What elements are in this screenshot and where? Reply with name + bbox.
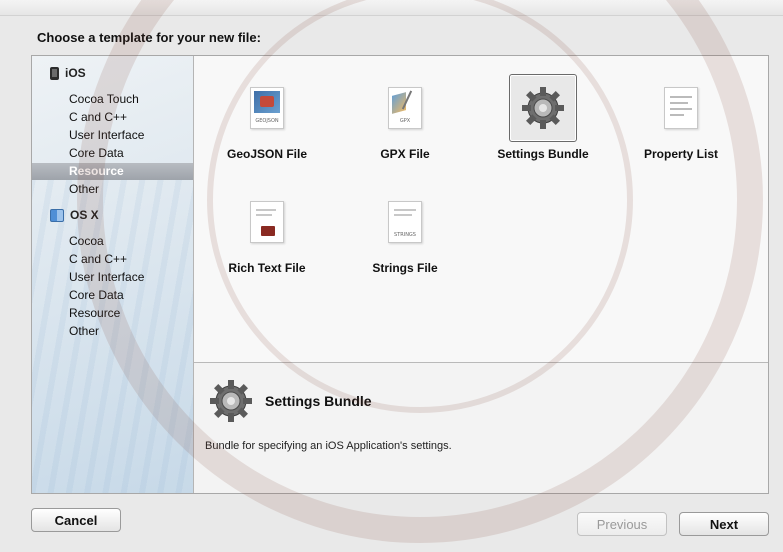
template-label: GPX File	[380, 147, 430, 161]
previous-button[interactable]: Previous	[577, 512, 667, 536]
template-label: Rich Text File	[228, 261, 306, 275]
detail-description: Bundle for specifying an iOS Application…	[205, 440, 452, 452]
sidebar-item-osx-cocoa[interactable]: Cocoa	[32, 233, 193, 250]
sidebar-item-ios-cocoa-touch[interactable]: Cocoa Touch	[32, 91, 193, 108]
template-grid: GEOJSON GeoJSON File GPX GPX File Settin…	[194, 56, 768, 362]
template-settings-bundle[interactable]: Settings Bundle	[488, 64, 598, 164]
template-detail: Settings Bundle Bundle for specifying an…	[194, 362, 768, 493]
gear-icon	[210, 380, 252, 422]
ios-device-icon	[50, 66, 59, 80]
gear-icon	[522, 87, 564, 129]
sidebar-item-osx-resource[interactable]: Resource	[32, 305, 193, 322]
rich-text-file-icon	[250, 201, 284, 243]
template-geojson-file[interactable]: GEOJSON GeoJSON File	[212, 64, 322, 164]
cancel-button[interactable]: Cancel	[31, 508, 121, 532]
sidebar-group-osx[interactable]: OS X	[50, 206, 99, 224]
gpx-file-icon: GPX	[388, 87, 422, 129]
sidebar-item-osx-other[interactable]: Other	[32, 323, 193, 340]
template-gpx-file[interactable]: GPX GPX File	[350, 64, 460, 164]
window-top-strip	[0, 0, 783, 16]
template-label: GeoJSON File	[226, 147, 308, 161]
template-label: Property List	[643, 147, 718, 161]
sidebar-group-label: iOS	[65, 66, 86, 80]
sidebar-item-ios-core-data[interactable]: Core Data	[32, 145, 193, 162]
property-list-icon	[664, 87, 698, 129]
next-button[interactable]: Next	[679, 512, 769, 536]
geojson-file-icon: GEOJSON	[250, 87, 284, 129]
template-label: Strings File	[372, 261, 438, 275]
dialog-title: Choose a template for your new file:	[37, 30, 261, 45]
template-chooser: iOS Cocoa Touch C and C++ User Interface…	[31, 55, 769, 494]
sidebar-item-ios-user-interface[interactable]: User Interface	[32, 127, 193, 144]
detail-title: Settings Bundle	[265, 393, 372, 409]
template-rich-text-file[interactable]: Rich Text File	[212, 178, 322, 278]
template-label: Settings Bundle	[497, 147, 589, 161]
sidebar-item-ios-resource[interactable]: Resource	[32, 163, 193, 180]
sidebar-item-ios-other[interactable]: Other	[32, 181, 193, 198]
sidebar-item-osx-core-data[interactable]: Core Data	[32, 287, 193, 304]
finder-icon	[50, 208, 64, 222]
platform-sidebar: iOS Cocoa Touch C and C++ User Interface…	[32, 56, 194, 493]
sidebar-group-ios[interactable]: iOS	[50, 64, 86, 82]
sidebar-group-label: OS X	[70, 208, 99, 222]
strings-file-icon: STRINGS	[388, 201, 422, 243]
template-property-list[interactable]: Property List	[626, 64, 736, 164]
template-strings-file[interactable]: STRINGS Strings File	[350, 178, 460, 278]
sidebar-item-osx-c-and-cpp[interactable]: C and C++	[32, 251, 193, 268]
sidebar-item-ios-c-and-cpp[interactable]: C and C++	[32, 109, 193, 126]
sidebar-item-osx-user-interface[interactable]: User Interface	[32, 269, 193, 286]
